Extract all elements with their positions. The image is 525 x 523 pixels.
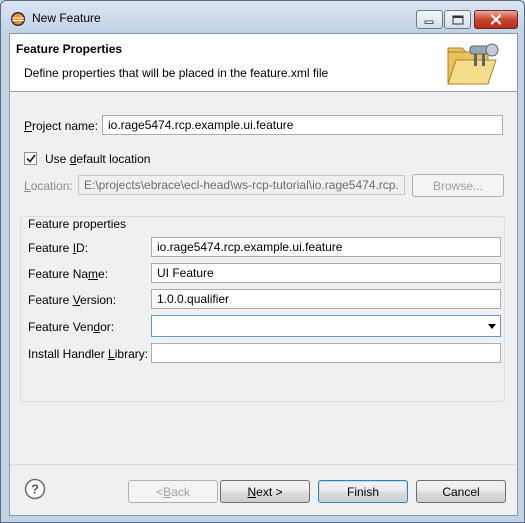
- feature-id-field[interactable]: io.rage5474.rcp.example.ui.feature: [151, 237, 501, 257]
- title-bar[interactable]: New Feature: [1, 1, 524, 35]
- use-default-location-label[interactable]: Use default location: [45, 152, 150, 166]
- feature-name-label: Feature Name:: [28, 267, 108, 281]
- help-icon[interactable]: ?: [24, 478, 46, 500]
- install-handler-mnemonic: L: [108, 347, 115, 361]
- feature-version-label-pre: Feature: [28, 293, 73, 307]
- feature-vendor-label: Feature Vendor:: [28, 320, 114, 334]
- maximize-button[interactable]: [444, 10, 471, 29]
- project-name-field[interactable]: io.rage5474.rcp.example.ui.feature: [102, 115, 503, 135]
- next-button-mnemonic: N: [247, 484, 257, 499]
- finish-button[interactable]: Finish: [318, 480, 408, 503]
- cancel-button[interactable]: Cancel: [416, 480, 506, 503]
- feature-id-label: Feature ID:: [28, 241, 88, 255]
- window-title: New Feature: [32, 11, 101, 25]
- new-feature-dialog: New Feature Feature Properties Define pr…: [0, 0, 525, 523]
- svg-text:?: ?: [31, 482, 39, 497]
- maximize-icon: [452, 15, 463, 24]
- feature-vendor-label-post: or:: [100, 320, 115, 334]
- project-name-label: Project name:: [24, 119, 98, 133]
- browse-button[interactable]: Browse...: [412, 174, 504, 197]
- project-name-mnemonic: P: [24, 119, 33, 133]
- use-default-pre: Use: [45, 152, 70, 166]
- dialog-body: Feature Properties Define properties tha…: [9, 33, 518, 516]
- install-handler-library-label: Install Handler Library:: [28, 347, 148, 361]
- install-handler-library-field[interactable]: [151, 343, 501, 363]
- feature-version-label: Feature Version:: [28, 293, 116, 307]
- back-button-post: ack: [171, 484, 190, 499]
- next-button[interactable]: Next >: [220, 480, 310, 503]
- feature-version-label-post: ersion:: [80, 293, 117, 307]
- close-icon: [490, 14, 502, 25]
- feature-name-mnemonic: m: [88, 267, 99, 281]
- chevron-down-icon[interactable]: [488, 324, 496, 329]
- back-button-pre: <: [156, 484, 164, 499]
- back-button[interactable]: < Back: [128, 480, 218, 503]
- feature-version-mnemonic: V: [72, 293, 81, 307]
- minimize-icon: [424, 20, 434, 24]
- use-default-location-checkbox[interactable]: [24, 152, 37, 165]
- feature-name-field[interactable]: UI Feature: [151, 263, 501, 283]
- install-handler-label-post: ibrary:: [114, 347, 149, 361]
- location-label-text: ocation:: [30, 179, 73, 193]
- use-default-post: efault location: [76, 152, 151, 166]
- project-name-label-text: roject name:: [32, 119, 99, 133]
- feature-version-field[interactable]: 1.0.0.qualifier: [151, 289, 501, 309]
- feature-id-label-pre: Feature: [28, 241, 73, 255]
- install-handler-label-pre: Install Handler: [28, 347, 109, 361]
- banner-title: Feature Properties: [16, 42, 123, 56]
- location-field[interactable]: E:\projects\ebrace\ecl-head\ws-rcp-tutor…: [78, 175, 405, 195]
- banner-description: Define properties that will be placed in…: [24, 66, 329, 80]
- feature-id-label-post: D:: [76, 241, 89, 255]
- feature-properties-group-title: Feature properties: [25, 217, 130, 231]
- feature-vendor-combo[interactable]: [151, 315, 501, 337]
- button-bar-separator: [10, 464, 517, 465]
- wizard-banner: Feature Properties Define properties tha…: [10, 34, 517, 92]
- back-button-mnemonic: B: [163, 484, 172, 499]
- next-button-post: ext >: [256, 484, 283, 499]
- feature-folder-icon: [447, 43, 499, 85]
- minimize-button[interactable]: [416, 10, 443, 29]
- eclipse-icon: [11, 12, 25, 26]
- feature-name-label-post: e:: [98, 267, 109, 281]
- location-label: Location:: [24, 179, 73, 193]
- location-mnemonic: L: [24, 179, 31, 193]
- feature-name-label-pre: Feature Na: [28, 267, 89, 281]
- close-window-button[interactable]: [474, 10, 518, 29]
- feature-vendor-label-pre: Feature Ven: [28, 320, 94, 334]
- checkmark-icon: [25, 154, 36, 163]
